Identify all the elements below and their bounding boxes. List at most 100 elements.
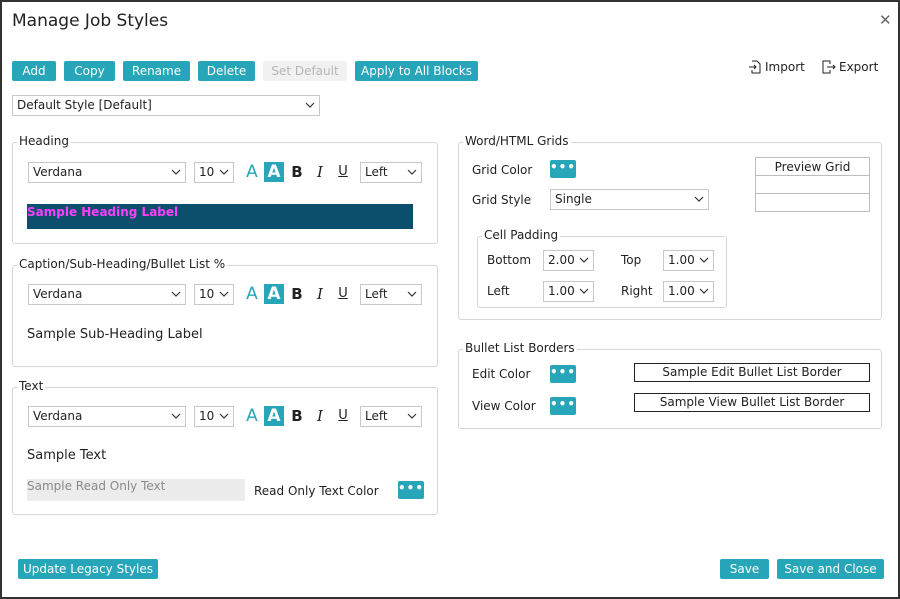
left-padding-select[interactable]: 1.00 [543, 281, 594, 302]
text-align-select[interactable]: Left [360, 406, 422, 427]
left-padding-label: Left [487, 284, 510, 298]
caption-size-select[interactable]: 10 [194, 284, 234, 305]
bold-button[interactable]: B [287, 162, 307, 182]
grid-style-label: Grid Style [472, 193, 532, 207]
underline-button[interactable]: U [333, 284, 353, 304]
heading-panel: Heading Verdana 10 A A B I U Left Sample… [12, 134, 438, 244]
chevron-down-icon [219, 169, 229, 175]
caption-font-select[interactable]: Verdana [28, 284, 186, 305]
bottom-padding-label: Bottom [487, 253, 532, 267]
bold-button[interactable]: B [287, 284, 307, 304]
view-color-picker-button[interactable]: ••• [550, 397, 576, 415]
caption-size-value: 10 [199, 287, 215, 301]
caption-align-select[interactable]: Left [360, 284, 422, 305]
underline-button[interactable]: U [333, 162, 353, 182]
heading-align-select[interactable]: Left [360, 162, 422, 183]
style-select-value: Default Style [Default] [17, 98, 152, 112]
bold-button[interactable]: B [287, 406, 307, 426]
text-size-value: 10 [199, 409, 215, 423]
export-icon [822, 60, 836, 74]
font-color-button[interactable]: A [242, 406, 262, 426]
underline-button[interactable]: U [333, 406, 353, 426]
apply-to-all-blocks-button[interactable]: Apply to All Blocks [355, 61, 478, 81]
italic-button[interactable]: I [310, 162, 330, 182]
import-icon [749, 60, 761, 74]
chevron-down-icon [699, 257, 709, 263]
view-color-label: View Color [472, 399, 536, 413]
grid-style-select[interactable]: Single [550, 189, 709, 210]
export-button[interactable]: Export [822, 60, 878, 74]
heading-font-select[interactable]: Verdana [28, 162, 186, 183]
preview-grid: Preview Grid [755, 157, 870, 212]
set-default-button[interactable]: Set Default [263, 61, 347, 81]
top-padding-select[interactable]: 1.00 [663, 250, 714, 271]
manage-job-styles-dialog: Manage Job Styles ✕ Add Copy Rename Dele… [0, 0, 900, 599]
font-color-button[interactable]: A [242, 284, 262, 304]
import-button[interactable]: Import [748, 60, 805, 74]
chevron-down-icon [407, 413, 417, 419]
background-color-button[interactable]: A [264, 284, 284, 304]
heading-align-value: Left [365, 165, 388, 179]
close-icon[interactable]: ✕ [879, 11, 892, 29]
right-padding-label: Right [621, 284, 653, 298]
grid-style-value: Single [555, 192, 592, 206]
grid-color-picker-button[interactable]: ••• [550, 160, 576, 178]
edit-border-sample: Sample Edit Bullet List Border [634, 363, 870, 382]
caption-panel: Caption/Sub-Heading/Bullet List % Verdan… [12, 257, 438, 367]
heading-size-value: 10 [199, 165, 215, 179]
top-padding-label: Top [621, 253, 642, 267]
left-padding-value: 1.00 [548, 284, 575, 298]
text-panel-title: Text [17, 379, 46, 393]
chevron-down-icon [407, 291, 417, 297]
chevron-down-icon [579, 288, 589, 294]
export-label: Export [839, 60, 879, 74]
heading-sample-label: Sample Heading Label [27, 205, 179, 219]
readonly-sample-box: Sample Read Only Text [27, 479, 245, 501]
save-and-close-button[interactable]: Save and Close [777, 559, 884, 579]
chevron-down-icon [305, 102, 315, 108]
text-align-value: Left [365, 409, 388, 423]
preview-grid-cell [755, 193, 870, 212]
edit-color-label: Edit Color [472, 367, 531, 381]
top-padding-value: 1.00 [668, 253, 695, 267]
italic-button[interactable]: I [310, 406, 330, 426]
italic-button[interactable]: I [310, 284, 330, 304]
chevron-down-icon [699, 288, 709, 294]
add-button[interactable]: Add [12, 61, 56, 81]
view-border-sample: Sample View Bullet List Border [634, 393, 870, 412]
text-font-select[interactable]: Verdana [28, 406, 186, 427]
heading-size-select[interactable]: 10 [194, 162, 234, 183]
text-font-value: Verdana [33, 409, 83, 423]
delete-button[interactable]: Delete [198, 61, 255, 81]
grid-color-label: Grid Color [472, 163, 533, 177]
heading-font-value: Verdana [33, 165, 83, 179]
right-padding-value: 1.00 [668, 284, 695, 298]
text-panel: Text Verdana 10 A A B I U Left Sample Te… [12, 379, 438, 515]
text-size-select[interactable]: 10 [194, 406, 234, 427]
save-button[interactable]: Save [720, 559, 769, 579]
caption-panel-title: Caption/Sub-Heading/Bullet List % [17, 257, 228, 271]
chevron-down-icon [579, 257, 589, 263]
font-color-button[interactable]: A [242, 162, 262, 182]
readonly-color-picker-button[interactable]: ••• [398, 481, 424, 499]
copy-button[interactable]: Copy [64, 61, 115, 81]
update-legacy-styles-button[interactable]: Update Legacy Styles [18, 559, 158, 579]
chevron-down-icon [694, 196, 704, 202]
style-select[interactable]: Default Style [Default] [12, 95, 320, 116]
background-color-button[interactable]: A [264, 162, 284, 182]
cell-padding-title: Cell Padding [482, 228, 561, 242]
edit-color-picker-button[interactable]: ••• [550, 365, 576, 383]
heading-panel-title: Heading [17, 134, 71, 148]
chevron-down-icon [171, 169, 181, 175]
chevron-down-icon [171, 413, 181, 419]
chevron-down-icon [219, 291, 229, 297]
background-color-button[interactable]: A [264, 406, 284, 426]
readonly-color-label: Read Only Text Color [254, 484, 379, 498]
bullet-borders-title: Bullet List Borders [463, 341, 577, 355]
right-padding-select[interactable]: 1.00 [663, 281, 714, 302]
caption-sample-label: Sample Sub-Heading Label [27, 327, 203, 342]
heading-sample-box: Sample Heading Label [27, 204, 413, 229]
rename-button[interactable]: Rename [123, 61, 190, 81]
bottom-padding-select[interactable]: 2.00 [543, 250, 594, 271]
grids-panel: Word/HTML Grids Grid Color ••• Grid Styl… [458, 134, 882, 320]
